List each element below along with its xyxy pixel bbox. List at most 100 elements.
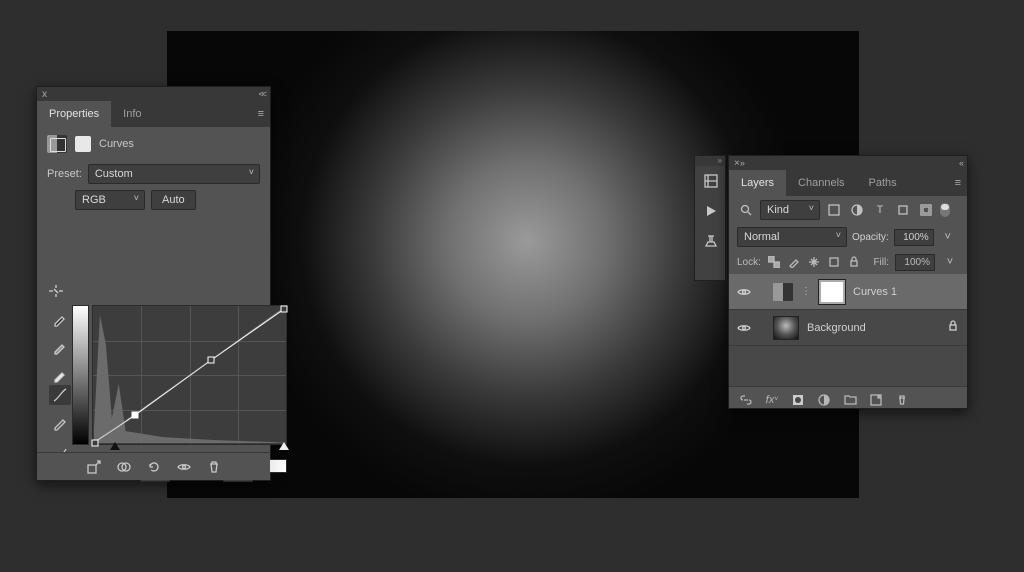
fill-value[interactable]: 100%: [895, 254, 935, 271]
new-layer-icon[interactable]: [869, 393, 883, 407]
chevron-down-icon[interactable]: ˅: [941, 253, 959, 271]
eyedropper-white-icon[interactable]: [49, 365, 71, 385]
properties-panel: x << Properties Info ≡ Curves Preset: Cu…: [36, 86, 271, 481]
eyedropper-column: [49, 309, 71, 385]
histogram[interactable]: [92, 305, 287, 445]
layer-name[interactable]: Curves 1: [853, 286, 897, 298]
lock-position-icon[interactable]: [807, 255, 821, 269]
properties-tabs: Properties Info ≡: [37, 101, 270, 127]
layers-panel: × » « Layers Channels Paths ≡ Kind T Nor…: [728, 155, 968, 409]
layer-list: ⋮ Curves 1 Background: [729, 274, 967, 386]
visibility-icon[interactable]: [737, 285, 751, 299]
collapsed-dock: »: [694, 155, 726, 281]
finger-target-icon[interactable]: [47, 283, 65, 302]
lock-all-icon[interactable]: [847, 255, 861, 269]
collapse-right-icon[interactable]: «: [959, 158, 962, 168]
layer-list-empty: [729, 346, 967, 386]
search-icon[interactable]: [737, 201, 755, 219]
lock-artboard-icon[interactable]: [827, 255, 841, 269]
tab-info[interactable]: Info: [111, 101, 153, 127]
panel-menu-icon[interactable]: ≡: [252, 101, 270, 127]
collapse-icon[interactable]: »: [740, 158, 743, 168]
blend-mode-select[interactable]: Normal: [737, 227, 847, 247]
curves-adjustment-icon: [773, 283, 793, 301]
layer-name[interactable]: Background: [807, 322, 866, 334]
pixel-filter-icon[interactable]: [825, 201, 843, 219]
auto-button[interactable]: Auto: [151, 190, 196, 210]
curve-point-mid[interactable]: [207, 356, 214, 363]
layer-mask-thumbnail[interactable]: [819, 280, 845, 304]
new-group-icon[interactable]: [843, 393, 857, 407]
chevron-down-icon[interactable]: ˅: [939, 228, 957, 246]
layer-curves-1[interactable]: ⋮ Curves 1: [729, 274, 967, 310]
visibility-icon[interactable]: [737, 321, 751, 335]
history-icon[interactable]: [695, 166, 727, 196]
mask-link-icon[interactable]: ⋮: [801, 285, 811, 299]
tab-paths[interactable]: Paths: [857, 170, 909, 196]
curve-tool-icon[interactable]: [49, 385, 71, 405]
properties-footer: [37, 452, 270, 480]
opacity-value[interactable]: 100%: [894, 229, 934, 246]
preset-row: Preset: Custom: [37, 161, 270, 187]
tab-properties[interactable]: Properties: [37, 101, 111, 127]
layer-filter-row: Kind T: [729, 196, 967, 224]
trash-icon[interactable]: [895, 393, 909, 407]
layers-footer: fx˅: [729, 386, 967, 412]
curves-graph[interactable]: [72, 305, 287, 455]
curves-adjustment-icon: [47, 135, 67, 153]
link-layers-icon[interactable]: [739, 393, 753, 407]
output-gradient: [72, 305, 89, 445]
adjustment-filter-icon[interactable]: [848, 201, 866, 219]
type-filter-icon[interactable]: T: [871, 201, 889, 219]
clone-stamp-icon[interactable]: [695, 226, 727, 256]
layer-thumbnail[interactable]: [773, 316, 799, 340]
curve-tool-column: [49, 385, 71, 461]
eyedropper-black-icon[interactable]: [49, 309, 71, 329]
lock-label: Lock:: [737, 257, 761, 268]
tab-layers[interactable]: Layers: [729, 170, 786, 196]
layers-panel-header: × » «: [729, 156, 967, 170]
preset-label: Preset:: [47, 168, 82, 180]
adjustment-title: Curves: [99, 138, 134, 150]
collapse-icon[interactable]: <<: [258, 89, 265, 99]
reset-icon[interactable]: [146, 459, 162, 475]
lock-pixels-icon[interactable]: [787, 255, 801, 269]
pencil-icon[interactable]: [49, 413, 71, 433]
tab-channels[interactable]: Channels: [786, 170, 856, 196]
white-point-slider[interactable]: [279, 442, 289, 450]
channel-select[interactable]: RGB: [75, 190, 145, 210]
shape-filter-icon[interactable]: [894, 201, 912, 219]
curve-point-selected[interactable]: [132, 412, 139, 419]
adjustment-header: Curves: [37, 127, 270, 161]
blend-mode-row: Normal Opacity: 100% ˅: [729, 224, 967, 250]
filter-toggle[interactable]: [940, 203, 950, 217]
opacity-label: Opacity:: [852, 232, 889, 243]
filter-kind-select[interactable]: Kind: [760, 200, 820, 220]
mask-icon: [75, 136, 91, 152]
close-icon[interactable]: x: [42, 89, 47, 100]
black-point-slider[interactable]: [110, 442, 120, 450]
lock-row: Lock: Fill: 100% ˅: [729, 250, 967, 274]
lock-transparency-icon[interactable]: [767, 255, 781, 269]
smart-filter-icon[interactable]: [917, 201, 935, 219]
dock-header[interactable]: »: [695, 156, 725, 166]
layers-tabs: Layers Channels Paths ≡: [729, 170, 967, 196]
curve-point-highlight[interactable]: [281, 305, 288, 312]
actions-play-icon[interactable]: [695, 196, 727, 226]
toggle-visibility-icon[interactable]: [176, 459, 192, 475]
preset-select[interactable]: Custom: [88, 164, 260, 184]
fx-icon[interactable]: fx˅: [765, 393, 779, 407]
fill-label: Fill:: [873, 257, 889, 268]
panel-header: x <<: [37, 87, 270, 101]
view-previous-icon[interactable]: [116, 459, 132, 475]
clip-to-layer-icon[interactable]: [86, 459, 102, 475]
add-mask-icon[interactable]: [791, 393, 805, 407]
eyedropper-gray-icon[interactable]: [49, 337, 71, 357]
panel-menu-icon[interactable]: ≡: [949, 170, 967, 196]
layer-background[interactable]: Background: [729, 310, 967, 346]
new-adjustment-icon[interactable]: [817, 393, 831, 407]
curve-point-shadow[interactable]: [91, 439, 98, 446]
trash-icon[interactable]: [206, 459, 222, 475]
lock-icon[interactable]: [947, 320, 959, 335]
channel-row: RGB Auto: [37, 187, 270, 213]
